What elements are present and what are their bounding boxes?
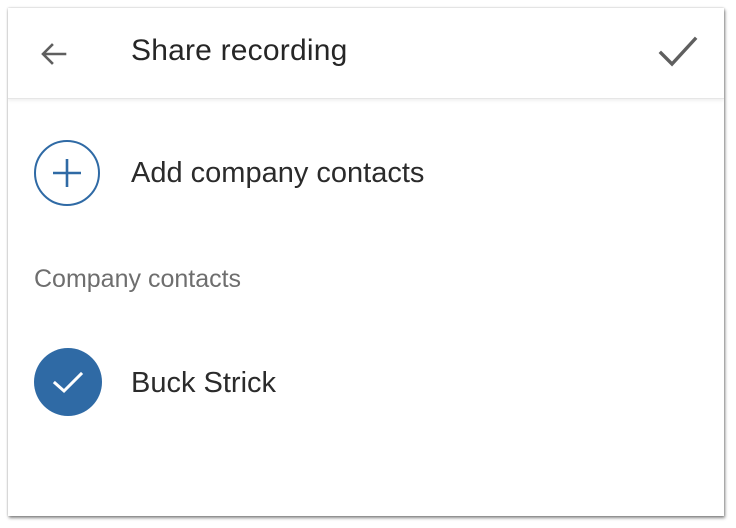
plus-icon [53,159,81,187]
app-bar: Share recording [8,8,724,99]
share-recording-dialog: Share recording Add company contacts Com… [8,8,724,516]
page-title: Share recording [131,34,348,67]
contact-name: Buck Strick [131,367,277,399]
add-company-contacts-row[interactable]: Add company contacts [8,136,724,216]
arrow-left-icon [41,43,67,65]
check-circle-icon[interactable] [34,348,102,416]
add-company-contacts-label: Add company contacts [131,157,425,189]
back-button[interactable] [30,30,78,78]
plus-circle-icon [34,140,100,206]
checkmark-icon [658,36,698,67]
checkmark-icon [52,371,84,394]
contact-row[interactable]: Buck Strick [8,344,724,424]
section-header-company-contacts: Company contacts [34,265,242,293]
confirm-button[interactable] [652,26,704,78]
